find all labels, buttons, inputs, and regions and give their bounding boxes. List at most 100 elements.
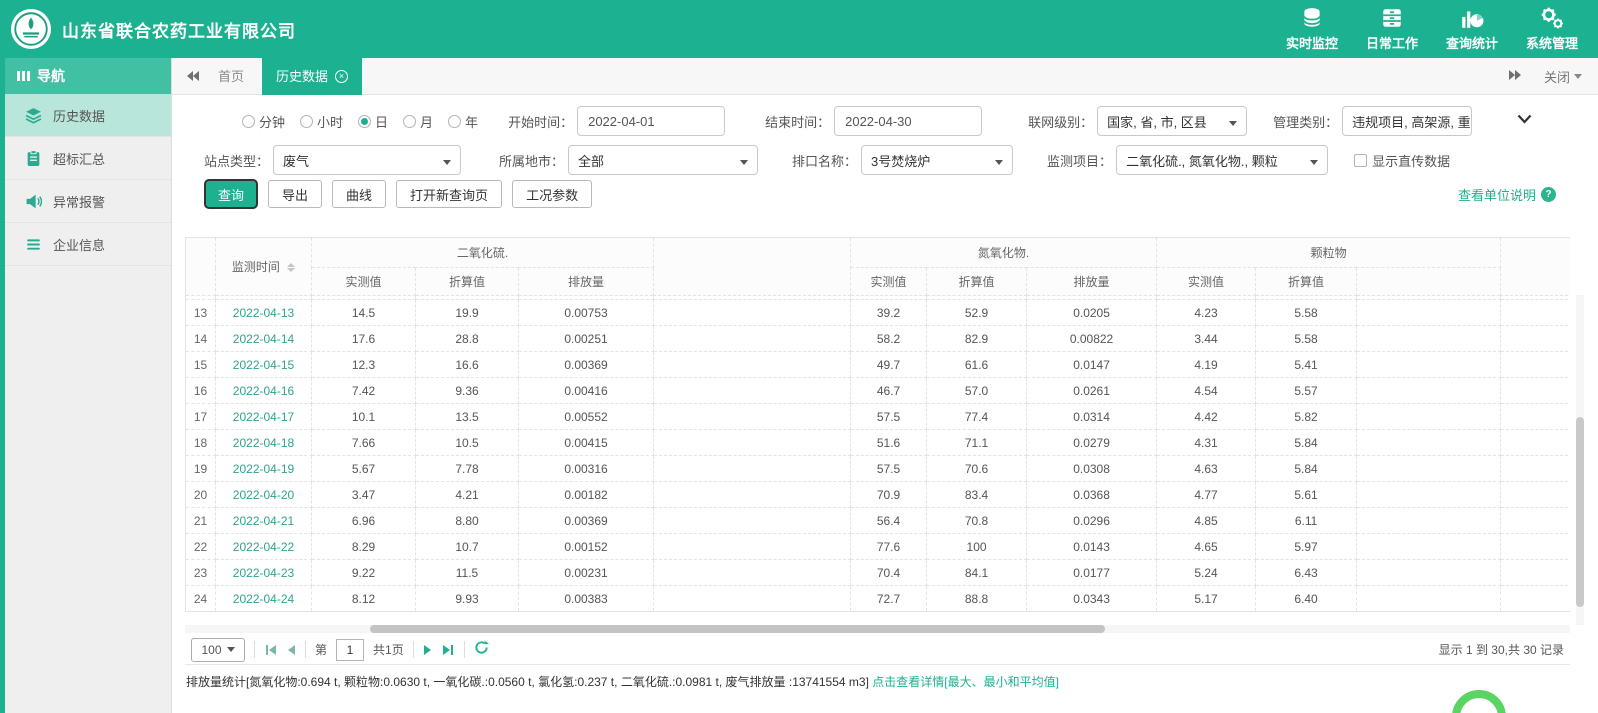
scroll-tabs-right-icon[interactable] xyxy=(1508,69,1522,84)
prev-page-button[interactable] xyxy=(286,644,296,656)
app-window: 山东省联合农药工业有限公司 实时监控 日常工作 xyxy=(0,0,1598,713)
subheader-converted: 折算值 xyxy=(1256,268,1357,296)
date-cell[interactable]: 2022-04-19 xyxy=(216,456,312,482)
date-cell[interactable]: 2022-04-16 xyxy=(216,378,312,404)
radio-day[interactable]: 日 xyxy=(358,112,388,131)
tabbar-right-controls: 关闭 xyxy=(1508,67,1582,86)
spacer-cell xyxy=(654,534,851,560)
chart-icon xyxy=(1460,6,1484,30)
radio-year[interactable]: 年 xyxy=(448,112,478,131)
date-cell[interactable]: 2022-04-23 xyxy=(216,560,312,586)
vertical-scrollbar-thumb[interactable] xyxy=(1576,417,1584,607)
time-column-header[interactable]: 监测时间 xyxy=(216,238,312,296)
date-cell[interactable]: 2022-04-20 xyxy=(216,482,312,508)
spacer-cell xyxy=(1501,586,1570,612)
start-date-input[interactable] xyxy=(577,106,725,136)
last-page-button[interactable] xyxy=(442,644,455,656)
speaker-icon xyxy=(25,193,42,210)
value-cell: 6.11 xyxy=(1256,508,1357,534)
query-button[interactable]: 查询 xyxy=(204,179,258,209)
export-button[interactable]: 导出 xyxy=(268,180,322,208)
curve-button[interactable]: 曲线 xyxy=(332,180,386,208)
value-cell: 88.8 xyxy=(927,586,1027,612)
spacer-cell xyxy=(1501,482,1570,508)
end-date-input[interactable] xyxy=(834,106,982,136)
spacer-cell xyxy=(1357,534,1501,560)
collapse-filter-chevron-icon[interactable] xyxy=(1517,111,1532,129)
clipboard-icon xyxy=(25,150,42,167)
value-cell: 0.00231 xyxy=(519,560,654,586)
spacer-cell xyxy=(1501,560,1570,586)
value-cell: 72.7 xyxy=(851,586,927,612)
view-detail-link[interactable]: 点击查看详情[最大、最小和平均值] xyxy=(872,675,1059,689)
radio-month[interactable]: 月 xyxy=(403,112,433,131)
data-table-wrap: 监测时间 二氧化硫. 氮氧化物. 颗粒物 实测值 折算值 排放量 实测值 xyxy=(185,237,1570,612)
nav-query-statistics[interactable]: 查询统计 xyxy=(1446,6,1498,52)
divider xyxy=(413,641,414,658)
sidebar-item-abnormal-alarm[interactable]: 异常报警 xyxy=(5,180,171,223)
close-tab-icon[interactable]: × xyxy=(335,70,348,83)
outlet-name-select[interactable]: 3号焚烧炉 xyxy=(861,145,1013,175)
new-query-page-button[interactable]: 打开新查询页 xyxy=(396,180,502,208)
value-cell: 9.22 xyxy=(312,560,416,586)
tab-home[interactable]: 首页 xyxy=(200,58,262,95)
date-cell[interactable]: 2022-04-22 xyxy=(216,534,312,560)
value-cell: 4.54 xyxy=(1157,378,1256,404)
radio-hour[interactable]: 小时 xyxy=(300,112,343,131)
question-mark-icon: ? xyxy=(1541,187,1556,202)
sidebar-item-exceed-summary[interactable]: 超标汇总 xyxy=(5,137,171,180)
date-cell[interactable]: 2022-04-17 xyxy=(216,404,312,430)
city-label: 所属地市： xyxy=(499,151,564,170)
date-cell[interactable]: 2022-04-21 xyxy=(216,508,312,534)
value-cell: 5.58 xyxy=(1256,326,1357,352)
sidebar-item-history-data[interactable]: 历史数据 xyxy=(5,94,171,137)
value-cell: 3.47 xyxy=(312,482,416,508)
date-cell[interactable]: 2022-04-18 xyxy=(216,430,312,456)
spacer-cell xyxy=(1501,508,1570,534)
divider xyxy=(464,641,465,658)
date-cell[interactable]: 2022-04-13 xyxy=(216,300,312,326)
network-level-select[interactable]: 国家, 省, 市, 区县 xyxy=(1097,106,1247,136)
direct-data-checkbox-wrap[interactable]: 显示直传数据 xyxy=(1354,151,1450,170)
radio-icon xyxy=(242,115,255,128)
radio-minute[interactable]: 分钟 xyxy=(242,112,285,131)
monitor-item-select[interactable]: 二氧化硫., 氮氧化物., 颗粒 xyxy=(1116,145,1328,175)
date-cell[interactable]: 2022-04-15 xyxy=(216,352,312,378)
spacer-column xyxy=(1501,238,1570,296)
date-cell[interactable]: 2022-04-24 xyxy=(216,586,312,612)
page-number-input[interactable] xyxy=(336,639,364,661)
next-page-button[interactable] xyxy=(423,644,433,656)
page-size-select[interactable]: 100 xyxy=(191,638,245,662)
value-cell: 49.7 xyxy=(851,352,927,378)
value-cell: 10.7 xyxy=(416,534,519,560)
working-condition-button[interactable]: 工况参数 xyxy=(512,180,592,208)
refresh-icon[interactable] xyxy=(474,640,489,659)
subheader-emission: 排放量 xyxy=(519,268,654,296)
close-tabs-menu[interactable]: 关闭 xyxy=(1544,67,1582,86)
table-row: 232022-04-239.2211.50.0023170.484.10.017… xyxy=(186,560,1571,586)
nav-daily-work[interactable]: 日常工作 xyxy=(1366,6,1418,52)
nav-realtime-monitoring[interactable]: 实时监控 xyxy=(1286,6,1338,52)
station-type-select[interactable]: 废气 xyxy=(273,145,461,175)
value-cell: 61.6 xyxy=(927,352,1027,378)
manage-type-select[interactable]: 违规项目, 高架源, 重点排 xyxy=(1342,106,1472,136)
value-cell: 6.40 xyxy=(1256,586,1357,612)
scroll-tabs-left-icon[interactable] xyxy=(186,70,200,82)
tab-bar: 首页 历史数据 × 关闭 xyxy=(172,58,1598,95)
tab-history-data[interactable]: 历史数据 × xyxy=(262,58,362,95)
first-page-button[interactable] xyxy=(264,644,277,656)
record-summary: 显示 1 到 30,共 30 记录 xyxy=(1439,641,1564,658)
value-cell: 4.23 xyxy=(1157,300,1256,326)
value-cell: 5.84 xyxy=(1256,430,1357,456)
group-header-pm: 颗粒物 xyxy=(1157,238,1501,268)
sidebar-item-company-info[interactable]: 企业信息 xyxy=(5,223,171,266)
value-cell: 100 xyxy=(927,534,1027,560)
horizontal-scrollbar-thumb[interactable] xyxy=(370,625,1105,633)
unit-help-link[interactable]: 查看单位说明 ? xyxy=(1458,185,1556,204)
date-cell[interactable]: 2022-04-14 xyxy=(216,326,312,352)
manage-type-label: 管理类别： xyxy=(1273,112,1338,131)
chevron-down-icon xyxy=(989,153,1003,168)
city-select[interactable]: 全部 xyxy=(568,145,758,175)
value-cell: 70.9 xyxy=(851,482,927,508)
nav-system-management[interactable]: 系统管理 xyxy=(1526,6,1578,52)
